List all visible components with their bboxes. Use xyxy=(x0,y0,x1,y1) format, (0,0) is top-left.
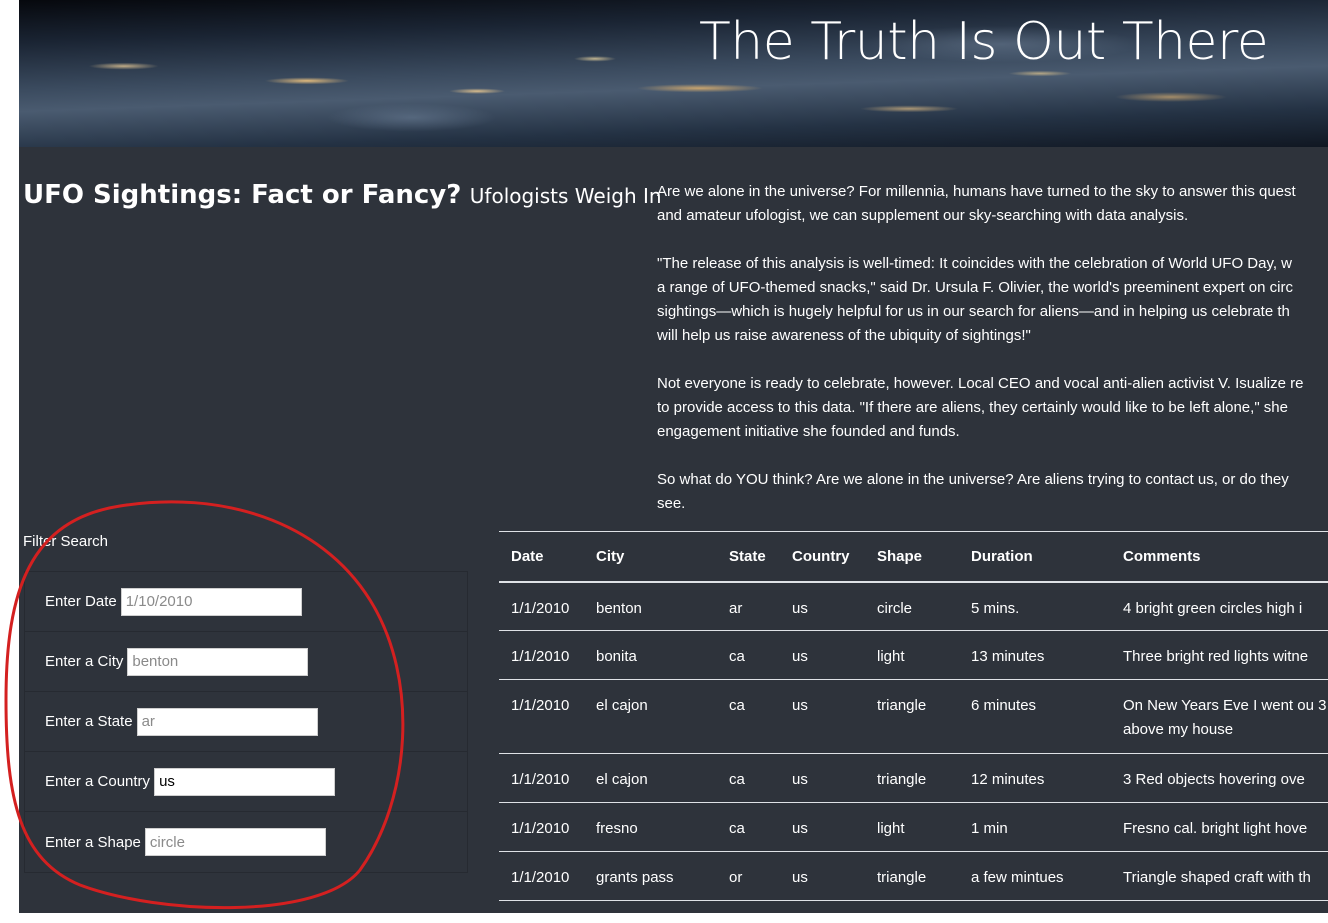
cell-state: ca xyxy=(729,679,792,754)
table-row: 1/1/2010 el cajon ca us triangle 6 minut… xyxy=(499,679,1328,754)
table-row: 1/1/2010 bonita ca us light 13 minutes T… xyxy=(499,630,1328,680)
article-paragraph-3: Not everyone is ready to celebrate, howe… xyxy=(657,372,1328,444)
cell-duration: 6 minutes xyxy=(971,679,1123,754)
cell-comments: Three bright red lights witne xyxy=(1123,630,1328,680)
header-country[interactable]: Country xyxy=(792,531,877,583)
filter-list: Enter Date Enter a City Enter a State En… xyxy=(24,571,468,873)
article-line: a range of UFO-themed snacks," said Dr. … xyxy=(657,279,1293,296)
cell-duration: 13 minutes xyxy=(971,630,1123,680)
page: The Truth Is Out There UFO Sightings: Fa… xyxy=(19,0,1328,913)
table-row: 1/1/2010 fresno ca us light 1 min Fresno… xyxy=(499,802,1328,852)
cell-city: el cajon xyxy=(596,753,729,803)
cell-comments: 4 bright green circles high i xyxy=(1123,581,1328,631)
cell-city: grants pass xyxy=(596,851,729,901)
article-line: Are we alone in the universe? For millen… xyxy=(657,183,1296,200)
cell-state: or xyxy=(729,851,792,901)
cell-country: us xyxy=(792,679,877,754)
state-label: Enter a State xyxy=(45,713,133,730)
header-shape[interactable]: Shape xyxy=(877,531,971,583)
article-line: sightings—which is hugely helpful for us… xyxy=(657,303,1290,320)
cell-shape: triangle xyxy=(877,679,971,754)
cell-country: us xyxy=(792,851,877,901)
cell-comments: Triangle shaped craft with th xyxy=(1123,851,1328,901)
cell-duration: a few mintues xyxy=(971,851,1123,901)
cell-shape: light xyxy=(877,802,971,852)
hero-title: The Truth Is Out There xyxy=(699,12,1269,72)
sightings-table-container: Date City State Country Shape Duration C… xyxy=(499,531,1328,901)
article-paragraph-1: Are we alone in the universe? For millen… xyxy=(657,180,1328,228)
date-input[interactable] xyxy=(120,587,302,616)
cell-state: ar xyxy=(729,581,792,631)
cell-city: benton xyxy=(596,581,729,631)
table-row: 1/1/2010 el cajon ca us triangle 12 minu… xyxy=(499,753,1328,803)
cell-duration: 5 mins. xyxy=(971,581,1123,631)
table-row: 1/1/2010 benton ar us circle 5 mins. 4 b… xyxy=(499,581,1328,631)
cell-country: us xyxy=(792,753,877,803)
city-input[interactable] xyxy=(127,647,309,676)
article-line: see. xyxy=(657,495,686,512)
cell-city: fresno xyxy=(596,802,729,852)
filter-item-state: Enter a State xyxy=(25,692,467,752)
header-date[interactable]: Date xyxy=(499,531,596,583)
cell-date: 1/1/2010 xyxy=(499,581,596,631)
cell-date: 1/1/2010 xyxy=(499,851,596,901)
cell-country: us xyxy=(792,630,877,680)
cell-state: ca xyxy=(729,753,792,803)
article-line: engagement initiative she founded and fu… xyxy=(657,423,960,440)
filter-item-date: Enter Date xyxy=(25,572,467,632)
cell-date: 1/1/2010 xyxy=(499,679,596,754)
table-row: 1/1/2010 grants pass or us triangle a fe… xyxy=(499,851,1328,901)
cell-city: bonita xyxy=(596,630,729,680)
header-city[interactable]: City xyxy=(596,531,729,583)
article-line: So what do YOU think? Are we alone in th… xyxy=(657,471,1289,488)
filter-item-country: Enter a Country xyxy=(25,752,467,812)
cell-comments: Fresno cal. bright light hove xyxy=(1123,802,1328,852)
cell-comments: 3 Red objects hovering ove xyxy=(1123,753,1328,803)
city-label: Enter a City xyxy=(45,653,124,670)
table-header-row: Date City State Country Shape Duration C… xyxy=(499,531,1328,583)
article-line: to provide access to this data. "If ther… xyxy=(657,399,1288,416)
article-text: Are we alone in the universe? For millen… xyxy=(657,180,1328,540)
cell-date: 1/1/2010 xyxy=(499,630,596,680)
article-paragraph-2: "The release of this analysis is well-ti… xyxy=(657,252,1328,348)
cell-state: ca xyxy=(729,630,792,680)
article-line: and amateur ufologist, we can supplement… xyxy=(657,207,1189,224)
header-state[interactable]: State xyxy=(729,531,792,583)
cell-date: 1/1/2010 xyxy=(499,753,596,803)
cell-duration: 12 minutes xyxy=(971,753,1123,803)
cell-comments: On New Years Eve I went ou 3 red lights … xyxy=(1123,679,1328,754)
page-heading: UFO Sightings: Fact or Fancy? Ufologists… xyxy=(23,180,662,210)
cell-shape: circle xyxy=(877,581,971,631)
header-comments[interactable]: Comments xyxy=(1123,531,1328,583)
filter-search-title: Filter Search xyxy=(23,533,109,550)
cell-duration: 1 min xyxy=(971,802,1123,852)
cell-shape: triangle xyxy=(877,851,971,901)
sightings-table: Date City State Country Shape Duration C… xyxy=(499,531,1328,901)
cell-shape: triangle xyxy=(877,753,971,803)
header-duration[interactable]: Duration xyxy=(971,531,1123,583)
state-input[interactable] xyxy=(136,707,318,736)
article-line: Not everyone is ready to celebrate, howe… xyxy=(657,375,1304,392)
cell-country: us xyxy=(792,581,877,631)
cell-shape: light xyxy=(877,630,971,680)
shape-label: Enter a Shape xyxy=(45,833,141,851)
cell-city: el cajon xyxy=(596,679,729,754)
shape-input[interactable] xyxy=(144,828,326,856)
country-input[interactable] xyxy=(154,767,336,796)
hero-banner: The Truth Is Out There xyxy=(19,0,1328,147)
cell-date: 1/1/2010 xyxy=(499,802,596,852)
article-line: will help us raise awareness of the ubiq… xyxy=(657,327,1031,344)
cell-country: us xyxy=(792,802,877,852)
page-title: UFO Sightings: Fact or Fancy? xyxy=(23,180,462,210)
filter-item-city: Enter a City xyxy=(25,632,467,692)
date-label: Enter Date xyxy=(45,593,117,610)
article-line: "The release of this analysis is well-ti… xyxy=(657,255,1293,272)
country-label: Enter a Country xyxy=(45,773,151,790)
cell-state: ca xyxy=(729,802,792,852)
article-paragraph-4: So what do YOU think? Are we alone in th… xyxy=(657,468,1328,516)
page-subtitle: Ufologists Weigh In xyxy=(469,184,662,208)
filter-item-shape: Enter a Shape xyxy=(25,812,467,872)
